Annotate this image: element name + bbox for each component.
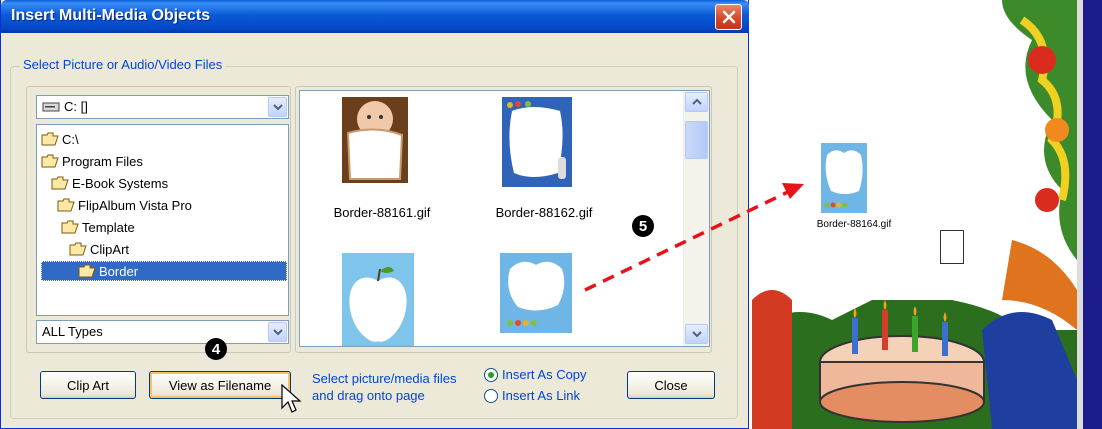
drag-arrow <box>584 183 804 292</box>
screenshot-root: Insert Multi-Media Objects Select Pictur… <box>0 0 1102 429</box>
